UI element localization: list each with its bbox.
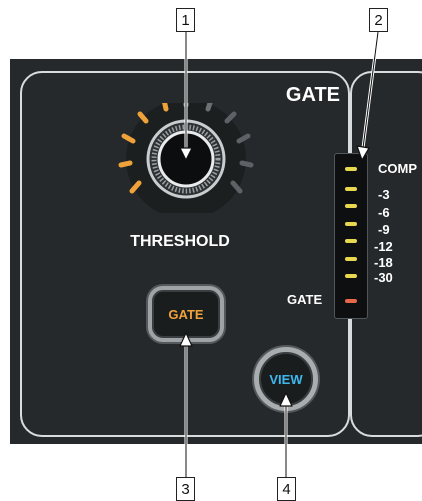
arrow-head-4 [279, 392, 293, 407]
callout-4: 4 [277, 477, 296, 501]
arrow-head-1 [179, 147, 193, 161]
callout-3: 3 [176, 477, 195, 501]
callout-arrows [179, 31, 380, 478]
arrow-head-2 [356, 145, 370, 161]
callout-1: 1 [176, 8, 195, 32]
arrow-head-3 [179, 332, 193, 347]
callout-2: 2 [369, 8, 388, 32]
